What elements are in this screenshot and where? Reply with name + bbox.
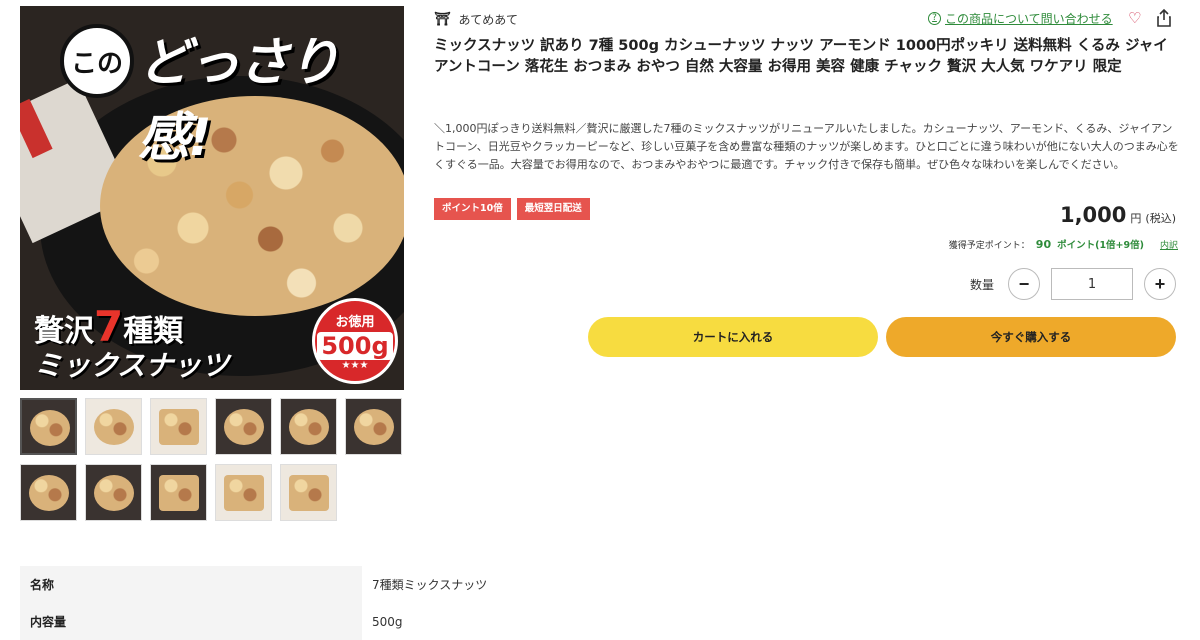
add-to-cart-button[interactable]: カートに入れる [588, 317, 878, 357]
spec-key: 名称 [20, 566, 362, 603]
thumbnail-4[interactable] [215, 398, 272, 455]
thumbnail-2[interactable] [85, 398, 142, 455]
thumbnail-8[interactable] [85, 464, 142, 521]
thumbnail-10[interactable] [215, 464, 272, 521]
quantity-decrease-button[interactable]: − [1008, 268, 1041, 300]
thumbnail-11[interactable] [280, 464, 337, 521]
badge-stars: ★★★ [341, 360, 369, 371]
price: 1,000 円 (税込) [1060, 203, 1176, 227]
main-product-image[interactable]: この どっさり感! 贅沢7種類 ミックスナッツ お徳用 500g ★★★ [20, 6, 404, 390]
quantity-stepper: 数量 − + [970, 268, 1177, 300]
tag-shipping: 最短翌日配送 [516, 198, 590, 220]
points-value: 90 [1035, 238, 1052, 251]
product-title: ミックスナッツ 訳あり 7種 500g カシューナッツ ナッツ アーモンド 10… [434, 38, 1168, 75]
thumbnail-1[interactable] [20, 398, 77, 455]
product-page: この どっさり感! 贅沢7種類 ミックスナッツ お徳用 500g ★★★ ⛩ あ… [0, 0, 1200, 640]
image-mix-text: ミックスナッツ [34, 349, 230, 382]
inquiry-label: この商品について問い合わせる [945, 12, 1113, 26]
points-label: 獲得予定ポイント： [948, 241, 1030, 251]
quantity-increase-button[interactable]: + [1144, 268, 1177, 300]
quantity-input[interactable] [1051, 268, 1134, 300]
share-icon[interactable] [1155, 8, 1173, 28]
price-tax: (税込) [1145, 212, 1176, 225]
points-unit: ポイント(1倍+9倍) [1057, 240, 1144, 251]
thumbnail-9[interactable] [150, 464, 207, 521]
shop-name: あてめあて [458, 13, 519, 27]
question-icon: ? [928, 12, 941, 25]
spec-value: 500g [362, 603, 1163, 640]
price-yen: 円 [1130, 212, 1142, 225]
shop-header[interactable]: ⛩ あてめあて [434, 11, 518, 28]
spec-value: 7種類ミックスナッツ [362, 566, 1163, 603]
price-amount: 1,000 [1059, 203, 1127, 227]
thumbnail-7[interactable] [20, 464, 77, 521]
product-tags: ポイント10倍 最短翌日配送 [434, 198, 590, 220]
product-description: ＼1,000円ぽっきり送料無料／贅沢に厳選した7種のミックスナッツがリニューアル… [434, 122, 1179, 171]
badge-top-text: お徳用 [335, 315, 375, 330]
spec-table: 名称 7種類ミックスナッツ 内容量 500g [20, 566, 1163, 640]
spec-row: 内容量 500g [20, 603, 1163, 640]
image-headline: どっさり感! [138, 33, 340, 168]
points-detail-link[interactable]: 内訳 [1160, 238, 1178, 251]
quantity-label: 数量 [970, 277, 995, 292]
shop-icon: ⛩ [434, 12, 451, 27]
tag-points: ポイント10倍 [434, 198, 511, 220]
thumbnail-3[interactable] [150, 398, 207, 455]
spec-key: 内容量 [20, 603, 362, 640]
weight-badge: お徳用 500g ★★★ [312, 298, 398, 384]
spec-row: 名称 7種類ミックスナッツ [20, 566, 1163, 603]
favorite-heart-icon[interactable]: ♡ [1128, 9, 1141, 27]
thumbnail-5[interactable] [280, 398, 337, 455]
points-info: 獲得予定ポイント： 90 ポイント(1倍+9倍) 内訳 [949, 237, 1178, 251]
inquiry-link[interactable]: ? この商品について問い合わせる [928, 10, 1113, 27]
badge-weight-text: 500g [317, 332, 393, 360]
thumbnail-6[interactable] [345, 398, 402, 455]
image-kono-text: この [60, 24, 134, 98]
buy-now-button[interactable]: 今すぐ購入する [886, 317, 1176, 357]
